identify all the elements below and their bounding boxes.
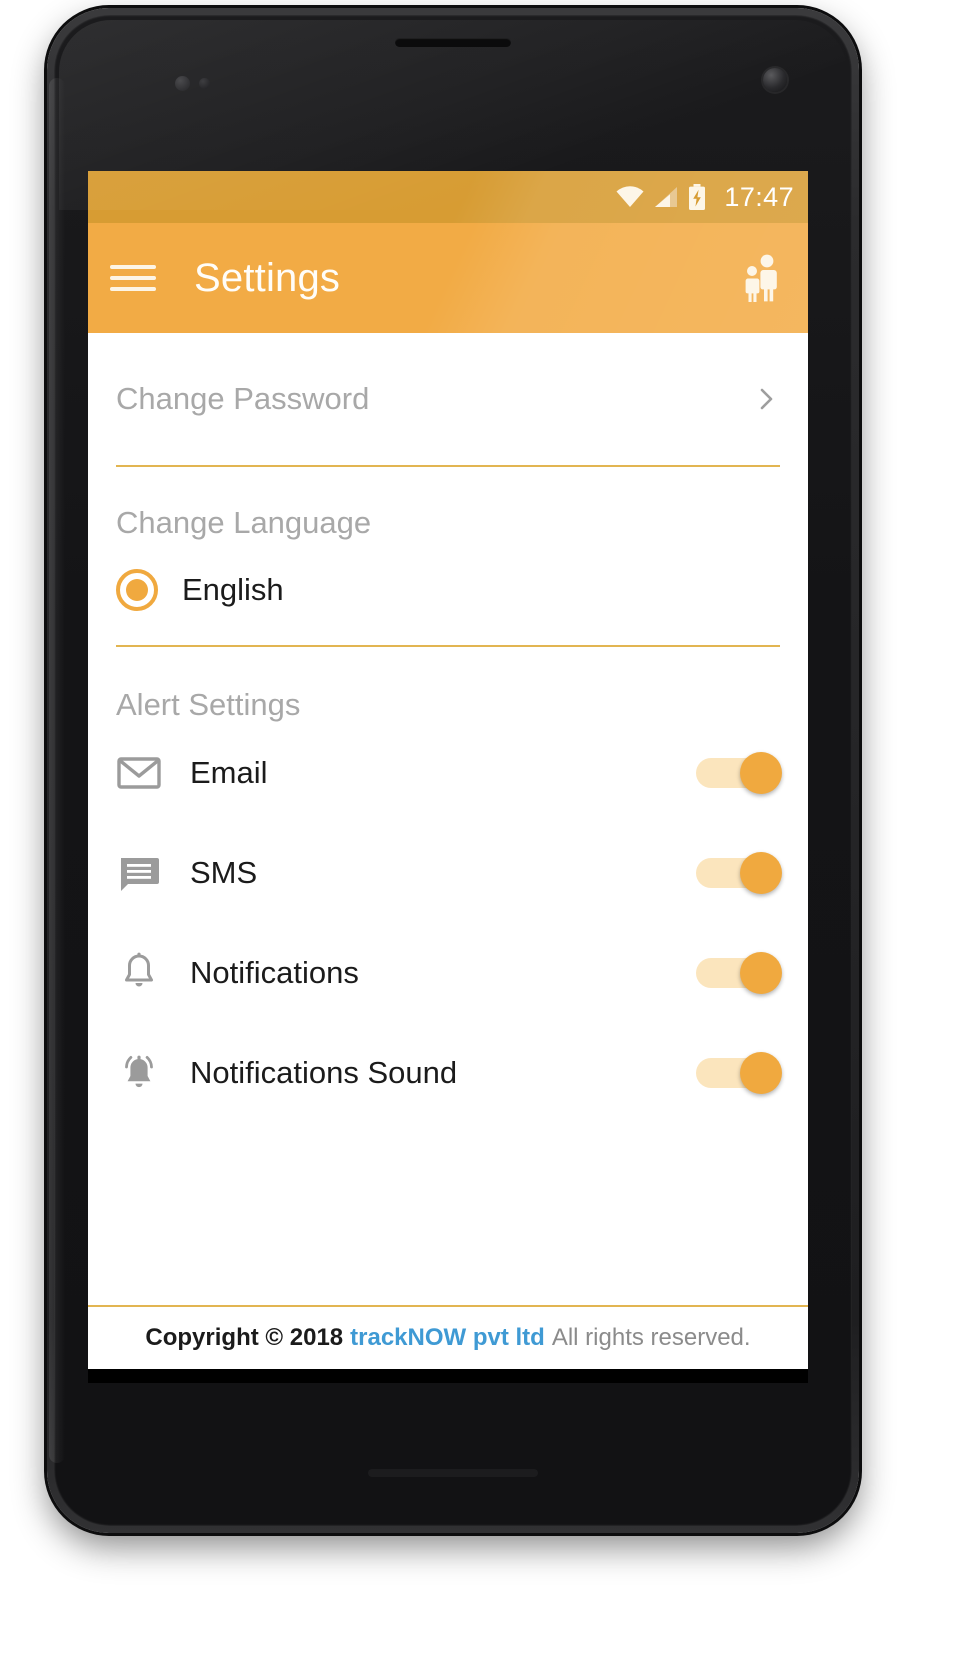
language-option-label: English [182,572,284,607]
toggle-thumb [740,752,782,794]
radio-dot [126,579,148,601]
status-bar-clock: 17:47 [724,181,794,212]
signal-icon [655,187,678,207]
bell-icon [116,950,162,996]
alert-label-notifications: Notifications [190,955,359,990]
bottom-speaker-grille [368,1469,538,1477]
footer-copyright-text: Copyright © 2018 [145,1324,344,1351]
alert-row-email[interactable]: Email [88,723,808,823]
change-password-row[interactable]: Change Password [88,333,808,465]
change-language-heading: Change Language [116,505,372,540]
toggle-thumb [740,1052,782,1094]
toggle-email[interactable] [696,752,782,794]
alert-settings-heading: Alert Settings [116,687,301,722]
alert-label-notifications-sound: Notifications Sound [190,1055,458,1090]
hamburger-menu-icon[interactable] [110,261,156,295]
footer-brand-link[interactable]: trackNOW pvt ltd [350,1324,545,1352]
android-navigation-bar [88,1369,808,1383]
alert-row-notifications[interactable]: Notifications [88,923,808,1023]
light-sensor-icon [199,78,210,89]
page-title: Settings [194,255,341,300]
proximity-sensor-icon [175,76,190,91]
settings-content: Change Password Change Language English [88,333,808,1305]
wifi-icon [616,186,644,207]
battery-charging-icon [689,184,706,210]
sms-icon [116,850,162,896]
alert-label-sms: SMS [190,855,258,890]
alert-row-sms[interactable]: SMS [88,823,808,923]
toggle-thumb [740,952,782,994]
earpiece-speaker [395,38,511,47]
app-bar: Settings [88,223,808,333]
toggle-notifications[interactable] [696,952,782,994]
footer-rights-text: All rights reserved. [551,1324,751,1351]
language-option-english[interactable]: English [88,541,808,645]
screenshot-stage: 17:47 Settings Change Password Change La… [0,0,958,1678]
status-bar-icons: 17:47 [616,182,794,213]
front-camera-icon [763,68,787,92]
email-icon [116,750,162,796]
footer-copyright: Copyright © 2018 trackNOW pvt ltd All ri… [88,1307,808,1369]
phone-screen: 17:47 Settings Change Password Change La… [88,171,808,1383]
chevron-right-icon [760,388,773,410]
toggle-sms[interactable] [696,852,782,894]
toggle-notifications-sound[interactable] [696,1052,782,1094]
family-icon[interactable] [740,252,786,304]
radio-selected-icon[interactable] [116,569,158,611]
alert-label-email: Email [190,755,268,790]
bell-ringing-icon [116,1050,162,1096]
alert-row-notifications-sound[interactable]: Notifications Sound [88,1023,808,1123]
status-bar: 17:47 [88,171,808,223]
change-password-label: Change Password [116,381,370,416]
toggle-thumb [740,852,782,894]
phone-device: 17:47 Settings Change Password Change La… [47,8,859,1533]
